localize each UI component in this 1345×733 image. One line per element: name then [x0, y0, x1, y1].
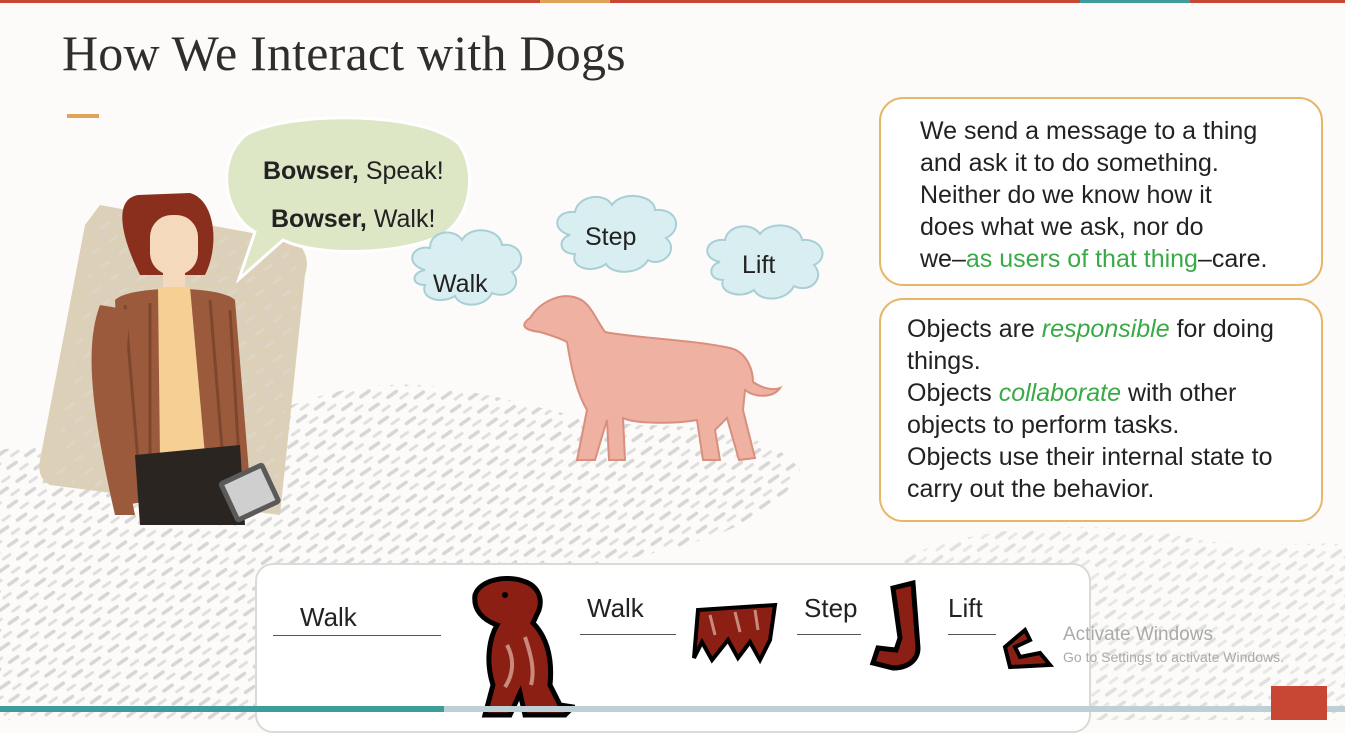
activation-watermark-subtitle: Go to Settings to activate Windows.	[1063, 649, 1284, 665]
playback-progress-fill	[0, 706, 444, 712]
dog-illustration	[523, 295, 783, 462]
info-line: Objects are responsible for doing	[907, 313, 1303, 345]
speech-line-1: Bowser, Speak!	[263, 157, 444, 186]
lift-fragment	[1002, 626, 1055, 670]
info-highlight: responsible	[1041, 315, 1170, 343]
info-line: carry out the behavior.	[907, 475, 1155, 503]
info-box-objects: Objects are responsible for doing things…	[879, 298, 1323, 522]
info-line: We send a message to a thing	[920, 117, 1258, 145]
info-text: we–	[920, 245, 966, 273]
sequence-underline	[797, 634, 861, 635]
info-line: we–as users of that thing–care.	[920, 243, 1301, 275]
sequence-word: Lift	[948, 593, 983, 623]
sequence-word: Step	[804, 593, 858, 623]
speech-name: Bowser,	[263, 157, 359, 185]
sequence-underline	[948, 634, 996, 635]
info-line: Objects use their internal state to	[907, 443, 1273, 471]
activation-watermark-title: Activate Windows	[1063, 624, 1213, 645]
sequence-underline	[273, 635, 441, 636]
info-line: things.	[907, 347, 981, 375]
walk-fragment	[692, 602, 778, 665]
info-highlight: as users of that thing	[965, 245, 1198, 273]
info-line: Objects collaborate with other	[907, 377, 1303, 409]
slide-title: How We Interact with Dogs	[62, 25, 626, 81]
playback-progress-bar[interactable]	[0, 706, 1345, 712]
info-line: and ask it to do something.	[920, 149, 1219, 177]
oracle-red-button[interactable]	[1271, 686, 1327, 720]
sequence-underline	[580, 634, 676, 635]
thought-step-label: Step	[585, 223, 637, 251]
info-text: for doing	[1169, 315, 1274, 343]
sequence-word: Walk	[587, 593, 644, 623]
info-box-messaging: We send a message to a thing and ask it …	[879, 97, 1323, 286]
title-accent-bar	[67, 114, 99, 118]
sequence-word: Walk	[300, 602, 357, 632]
info-highlight: collaborate	[998, 379, 1122, 407]
seated-dog-clipart	[472, 576, 575, 718]
info-line: objects to perform tasks.	[907, 411, 1180, 439]
info-line: Neither do we know how it	[920, 181, 1212, 209]
thought-walk-label: Walk	[433, 270, 488, 298]
step-fragment	[869, 579, 921, 671]
speech-name: Bowser,	[271, 205, 367, 233]
speech-command: Speak!	[358, 157, 444, 185]
info-text: –care.	[1197, 245, 1268, 273]
info-text: Objects are	[907, 315, 1042, 343]
info-line: does what we ask, nor do	[920, 213, 1204, 241]
info-text: Objects	[907, 379, 999, 407]
thought-lift-label: Lift	[742, 251, 776, 279]
info-text: with other	[1121, 379, 1237, 407]
